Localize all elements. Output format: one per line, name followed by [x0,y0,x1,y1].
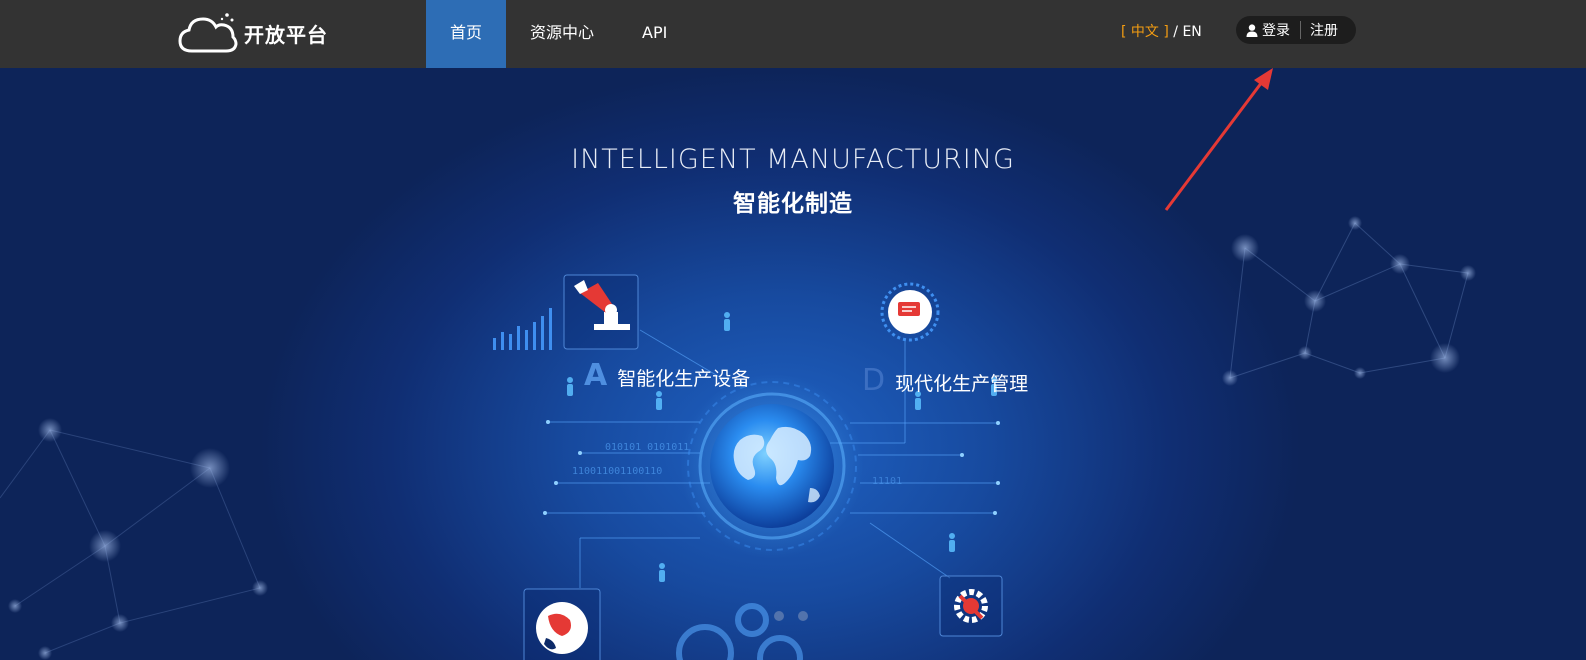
feature-a-letter: A [584,358,608,393]
nav-home[interactable]: 首页 [426,0,507,68]
login-button[interactable]: 登录 [1236,21,1301,39]
nav-resource-center[interactable]: 资源中心 [506,0,618,68]
lang-separator: / [1173,24,1178,40]
user-icon [1246,23,1258,37]
lang-zh[interactable]: [ 中文 ] [1121,24,1169,40]
feature-d-letter: D [862,363,886,398]
feature-d: D 现代化生产管理 [862,363,1028,398]
logo[interactable]: 开放平台 [178,10,328,56]
top-navbar: 开放平台 首页 资源中心 API [ 中文 ] / EN 登录 注册 [0,0,1586,68]
feature-d-label: 现代化生产管理 [895,373,1029,395]
feature-a: A 智能化生产设备 [584,358,750,393]
feature-a-label: 智能化生产设备 [617,368,751,390]
logo-text: 开放平台 [244,22,328,47]
cloud-logo-icon [178,11,238,55]
binary-text-2: 110011001100110 [572,466,662,477]
hero-banner: 010101 0101011 110011001100110 11101 INT… [0,68,1586,660]
language-switcher: [ 中文 ] / EN [1121,21,1202,41]
hero-title-zh: 智能化制造 [733,191,853,217]
login-label: 登录 [1262,23,1290,39]
auth-box: 登录 注册 [1236,16,1356,44]
lang-en[interactable]: EN [1182,24,1201,40]
register-button[interactable]: 注册 [1301,20,1338,40]
hero-title-en: INTELLIGENT MANUFACTURING [571,144,1015,175]
binary-text-3: 11101 [872,476,902,487]
main-nav: 首页 资源中心 API [426,0,691,68]
nav-api[interactable]: API [618,0,691,68]
binary-text-1: 010101 0101011 [605,442,689,453]
